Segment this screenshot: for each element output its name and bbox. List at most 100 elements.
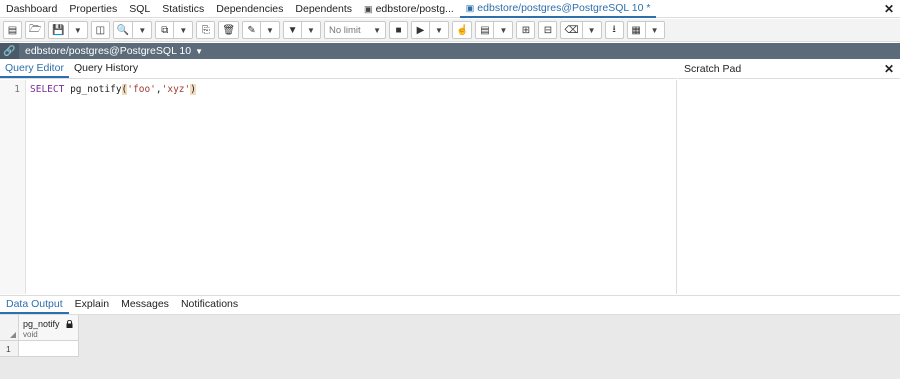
chevron-down-icon: ▼	[499, 25, 508, 35]
close-icon[interactable]: ✕	[884, 2, 894, 16]
explain-analyze-button[interactable]: ▤	[475, 21, 495, 39]
macros-dropdown-button[interactable]: ▼	[645, 21, 665, 39]
rollback-icon: ⊟	[543, 24, 553, 36]
scratch-pad-header: Scratch Pad ✕	[678, 60, 900, 79]
tab-data-output[interactable]: Data Output	[0, 295, 69, 314]
commit-icon: ⊞	[521, 24, 531, 36]
database-icon: ▣	[465, 2, 475, 13]
link-icon[interactable]: 🔗	[0, 43, 19, 59]
editor-tabs: Query Editor Query History	[0, 60, 677, 79]
download-button[interactable]: ⭳	[604, 21, 624, 39]
chevron-down-icon: ▼	[307, 25, 315, 35]
code-keyword: SELECT	[30, 84, 65, 95]
select-all-icon	[10, 332, 16, 338]
copy-button[interactable]: ⧉	[155, 21, 175, 39]
execute-button[interactable]: ▶	[411, 21, 431, 39]
main-tab-bar: Dashboard Properties SQL Statistics Depe…	[0, 0, 900, 18]
tab-dashboard[interactable]: Dashboard	[0, 0, 63, 18]
limit-select[interactable]: No limit ▼	[324, 21, 387, 39]
download-icon: ⭳	[612, 23, 616, 35]
line-gutter: 1	[0, 80, 26, 294]
copy-dropdown-button[interactable]: ▼	[174, 21, 194, 39]
edit-dropdown-button[interactable]: ▼	[261, 21, 281, 39]
stop-button[interactable]: ■	[389, 21, 409, 39]
commit-button[interactable]: ⊞	[516, 21, 536, 39]
chevron-down-icon: ▼	[435, 25, 443, 35]
tab-query-tool-active-label: edbstore/postgres@PostgreSQL 10 *	[477, 1, 651, 14]
save-button[interactable]: 💾	[48, 21, 69, 39]
database-icon: ▤	[7, 24, 18, 36]
edit-button[interactable]: ✎	[242, 21, 262, 39]
find-dropdown-button[interactable]: ▼	[133, 21, 153, 39]
chevron-down-icon: ▼	[587, 25, 596, 35]
find-button[interactable]: 🔍	[112, 21, 134, 39]
table-cell[interactable]	[19, 341, 79, 357]
eraser-icon: ⌫	[564, 24, 579, 36]
tab-sql[interactable]: SQL	[123, 0, 156, 18]
execute-group: ▶ ▼	[411, 21, 450, 39]
close-icon[interactable]: ✕	[884, 62, 894, 76]
tab-query-tool-inactive[interactable]: ▣ edbstore/postg...	[358, 0, 460, 18]
copy-group: ⧉ ▼	[155, 21, 194, 39]
search-icon: 🔍	[116, 24, 130, 36]
save-data-button[interactable]: ◫	[90, 21, 110, 39]
chevron-down-icon[interactable]: ▼	[195, 47, 203, 56]
tab-statistics[interactable]: Statistics	[156, 0, 210, 18]
floppy-icon: 💾	[52, 24, 65, 36]
tab-notifications[interactable]: Notifications	[175, 295, 244, 314]
clear-button[interactable]: ⌫	[560, 21, 583, 39]
tab-explain[interactable]: Explain	[69, 295, 115, 314]
chevron-down-icon: ▼	[179, 25, 188, 35]
delete-button[interactable]: 🗑	[218, 21, 240, 39]
execute-dropdown-button[interactable]: ▼	[430, 21, 450, 39]
connection-label[interactable]: edbstore/postgres@PostgreSQL 10	[19, 45, 191, 57]
hand-pointer-icon: ☝	[456, 24, 469, 36]
tab-properties[interactable]: Properties	[63, 0, 123, 18]
row-number[interactable]: 1	[0, 341, 19, 357]
trash-icon: 🗑	[222, 24, 236, 36]
scratch-pad-textarea[interactable]	[678, 80, 900, 294]
chevron-down-icon: ▼	[266, 25, 274, 35]
tab-query-tool-active[interactable]: ▣ edbstore/postgres@PostgreSQL 10 *	[459, 0, 657, 18]
filter-icon: ▼	[287, 24, 298, 36]
code-arg2: 'xyz'	[161, 84, 191, 95]
folder-icon: 🗁	[29, 23, 42, 35]
tab-dependents[interactable]: Dependents	[289, 0, 358, 18]
code-arg1: 'foo'	[127, 84, 156, 95]
scratch-pad-title: Scratch Pad	[684, 63, 742, 75]
data-output-grid: pg_notify void 1	[0, 315, 900, 379]
sql-editor[interactable]: 1 SELECT pg_notify('foo','xyz')	[0, 80, 677, 294]
edit-icon: ✎	[247, 24, 256, 36]
database-icon: ▣	[364, 3, 373, 14]
filter-button[interactable]: ▼	[283, 21, 303, 39]
tab-dependencies[interactable]: Dependencies	[210, 0, 289, 18]
clear-dropdown-button[interactable]: ▼	[582, 21, 602, 39]
tab-query-tool-inactive-label: edbstore/postg...	[375, 2, 454, 15]
macros-button[interactable]: ▦	[626, 21, 646, 39]
code-line[interactable]: SELECT pg_notify('foo','xyz')	[30, 84, 196, 95]
code-close-paren: )	[190, 84, 196, 95]
grid-corner[interactable]	[0, 315, 19, 341]
tab-messages[interactable]: Messages	[115, 295, 175, 314]
rollback-button[interactable]: ⊟	[538, 21, 558, 39]
list-icon: ▤	[480, 24, 490, 36]
open-file-button[interactable]: 🗁	[25, 21, 46, 39]
lock-icon	[66, 320, 73, 328]
filter-dropdown-button[interactable]: ▼	[302, 21, 322, 39]
save-dropdown-button[interactable]: ▼	[68, 21, 88, 39]
tab-query-history[interactable]: Query History	[69, 59, 143, 78]
copy-icon: ⧉	[161, 24, 169, 36]
open-db-button[interactable]: ▤	[3, 21, 22, 39]
save-group: 💾 ▼	[48, 21, 88, 39]
code-function: pg_notify	[70, 84, 122, 95]
explain-button[interactable]: ☝	[452, 21, 473, 39]
output-tabs: Data Output Explain Messages Notificatio…	[0, 295, 900, 315]
paste-button[interactable]: ⎘	[196, 21, 216, 39]
explain-analyze-dropdown-button[interactable]: ▼	[494, 21, 514, 39]
column-header[interactable]: pg_notify void	[19, 315, 79, 341]
chevron-down-icon: ▼	[373, 25, 382, 35]
tab-query-editor[interactable]: Query Editor	[0, 59, 69, 78]
filter-group: ▼ ▼	[283, 21, 322, 39]
connection-bar: 🔗 edbstore/postgres@PostgreSQL 10 ▼	[0, 43, 900, 59]
edit-group: ✎ ▼	[242, 21, 281, 39]
